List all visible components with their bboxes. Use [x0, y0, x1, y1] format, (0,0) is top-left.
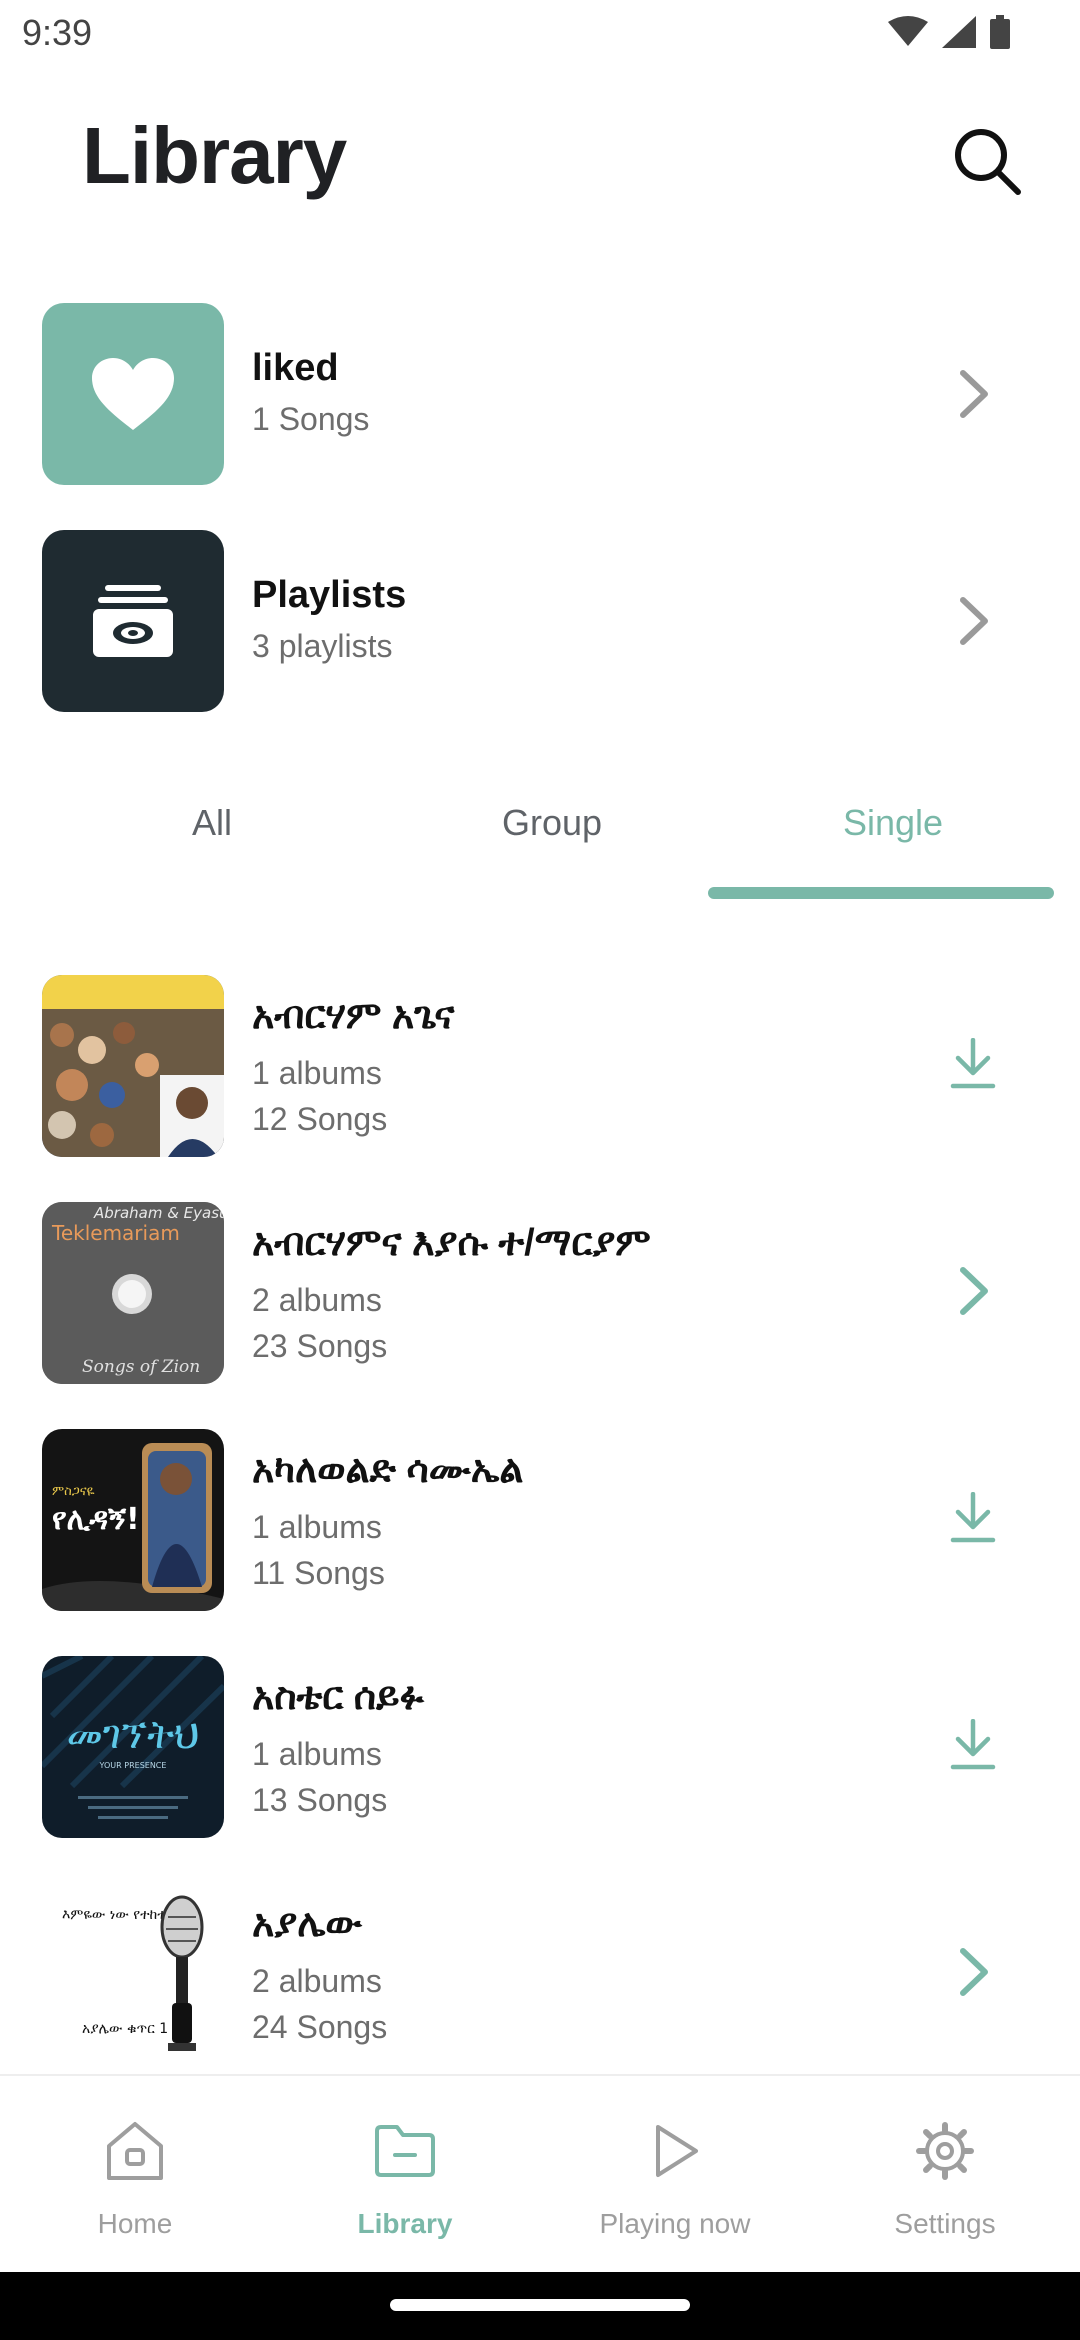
cover-title: መገኘትህ [67, 1712, 200, 1758]
nav-settings[interactable]: Settings [810, 2076, 1080, 2274]
active-tab-indicator [708, 887, 1054, 899]
cellular-signal-icon [942, 16, 976, 48]
artist-cover: መገኘትህ YOUR PRESENCE [42, 1656, 224, 1838]
liked-songs-row[interactable]: liked 1 Songs [0, 303, 1080, 485]
filter-tabs: All Group Single [0, 760, 1080, 900]
nav-settings-label: Settings [894, 2208, 996, 2239]
artist-row[interactable]: መገኘትህ YOUR PRESENCE አስቴር ሰይፉ 1 albums 13… [0, 1656, 1080, 1838]
cover-credit: ምስጋናዬ [52, 1484, 95, 1499]
artist-cover: እምዬው ነው የተከተልኩት አያሌው ቁጥር 1 [42, 1883, 224, 2065]
cover-title: የሊዳኝ! [52, 1502, 140, 1537]
playlists-title: Playlists [252, 574, 407, 616]
cover-title: Teklemariam [51, 1221, 180, 1245]
your-presence-cover: መገኘትህ YOUR PRESENCE [42, 1656, 224, 1838]
system-navigation-bar [0, 2272, 1080, 2340]
nav-home[interactable]: Home [0, 2076, 270, 2274]
bottom-navigation: Home Library Playing now Settings [0, 2074, 1080, 2272]
search-button[interactable] [944, 118, 1030, 204]
status-time: 9:39 [22, 12, 93, 53]
download-icon [950, 1038, 996, 1089]
artist-row[interactable]: እምዬው ነው የተከተልኩት አያሌው ቁጥር 1 አያሌው 2 albums… [0, 1883, 1080, 2065]
library-screen: 9:39 Library liked 1 Songs Playlists 3 p… [0, 0, 1080, 2340]
artist-cover: ምስጋናዬ የሊዳኝ! [42, 1429, 224, 1611]
heart-icon [92, 358, 174, 430]
nav-playing-now-label: Playing now [599, 2208, 751, 2239]
crowd-photo-cover [42, 975, 224, 1157]
liked-title: liked [252, 347, 339, 389]
search-icon [955, 129, 1021, 195]
open-artist-button[interactable] [940, 1939, 1006, 2005]
artist-row[interactable]: Songs of Zion Abraham & Eyasu Teklemaria… [0, 1202, 1080, 1384]
folder-icon [365, 2116, 445, 2186]
chevron-right-icon [960, 1948, 988, 1996]
home-gesture-handle[interactable] [390, 2299, 690, 2311]
artist-row[interactable]: ምስጋናዬ የሊዳኝ! አካለወልድ ሳሙኤል 1 albums 11 Song… [0, 1429, 1080, 1611]
download-button[interactable] [940, 1031, 1006, 1097]
playlists-row[interactable]: Playlists 3 playlists [0, 530, 1080, 712]
playlist-box-icon [93, 585, 173, 657]
home-icon [95, 2116, 175, 2186]
cover-credit: Abraham & Eyasu [93, 1204, 224, 1222]
battery-icon [990, 15, 1010, 49]
chevron-right-icon [960, 370, 988, 418]
artist-cover [42, 975, 224, 1157]
status-bar: 9:39 [0, 0, 1080, 66]
download-button[interactable] [940, 1712, 1006, 1778]
liked-chevron [940, 361, 1006, 427]
wifi-icon [888, 16, 928, 46]
download-icon [950, 1492, 996, 1543]
liked-count: 1 Songs [252, 401, 370, 437]
nav-playing-now[interactable]: Playing now [540, 2076, 810, 2274]
artist-name: አካለወልድ ሳሙኤል [252, 1449, 524, 1491]
cover-subtitle: YOUR PRESENCE [99, 1761, 167, 1770]
songs-of-zion-cover: Songs of Zion Abraham & Eyasu Teklemaria… [42, 1202, 224, 1384]
artist-album-count: 2 albums [252, 1282, 382, 1318]
artist-name: አብርሃም አጌና [252, 995, 455, 1037]
nav-library-label: Library [357, 2208, 453, 2239]
play-icon [635, 2116, 715, 2186]
artist-row[interactable]: አብርሃም አጌና 1 albums 12 Songs [0, 975, 1080, 1157]
artist-name: አያሌው [252, 1903, 362, 1945]
tab-single[interactable]: Single [800, 802, 986, 844]
nav-library[interactable]: Library [270, 2076, 540, 2274]
playlists-chevron [940, 588, 1006, 654]
artist-song-count: 11 Songs [252, 1555, 385, 1591]
microphone-cover: እምዬው ነው የተከተልኩት አያሌው ቁጥር 1 [42, 1883, 224, 2065]
chevron-right-icon [960, 1267, 988, 1315]
artist-album-count: 1 albums [252, 1055, 382, 1091]
tab-group[interactable]: Group [470, 802, 634, 844]
cover-subtitle: አያሌው ቁጥር 1 [82, 2021, 168, 2037]
artist-song-count: 24 Songs [252, 2009, 388, 2045]
tab-all[interactable]: All [140, 802, 284, 844]
artist-song-count: 12 Songs [252, 1101, 388, 1137]
artist-song-count: 13 Songs [252, 1782, 388, 1818]
artist-album-count: 1 albums [252, 1736, 382, 1772]
page-title: Library [82, 111, 347, 200]
playlists-thumbnail [42, 530, 224, 712]
artist-cover: Songs of Zion Abraham & Eyasu Teklemaria… [42, 1202, 224, 1384]
gear-icon [905, 2116, 985, 2186]
artist-song-count: 23 Songs [252, 1328, 388, 1364]
download-button[interactable] [940, 1485, 1006, 1551]
cover-subtitle: Songs of Zion [82, 1357, 200, 1377]
artist-name: አስቴር ሰይፉ [252, 1676, 424, 1718]
artist-album-count: 2 albums [252, 1963, 382, 1999]
open-artist-button[interactable] [940, 1258, 1006, 1324]
nav-home-label: Home [97, 2208, 173, 2239]
status-icons [888, 14, 1010, 50]
liked-thumbnail [42, 303, 224, 485]
download-icon [950, 1719, 996, 1770]
playlists-count: 3 playlists [252, 628, 393, 664]
portrait-cover: ምስጋናዬ የሊዳኝ! [42, 1429, 224, 1611]
artist-album-count: 1 albums [252, 1509, 382, 1545]
chevron-right-icon [960, 597, 988, 645]
artist-name: አብርሃምና እያሱ ተ/ማርያም [252, 1222, 651, 1264]
